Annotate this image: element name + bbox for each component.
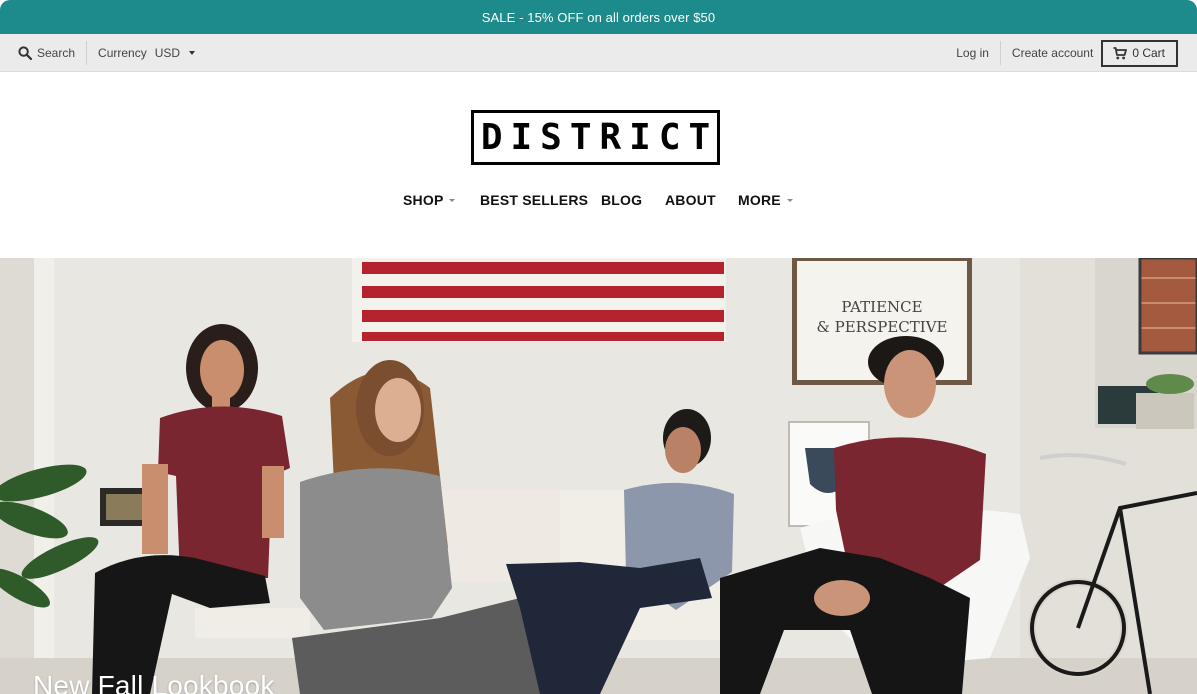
hero-image: PATIENCE & PERSPECTIVE <box>0 258 1197 694</box>
announcement-bar: SALE - 15% OFF on all orders over $50 <box>0 0 1197 34</box>
nav-item-shop[interactable]: SHOP <box>403 192 456 208</box>
nav-label: MORE <box>738 192 781 208</box>
nav-item-blog[interactable]: BLOG <box>601 192 642 208</box>
caret-down-icon <box>449 198 456 202</box>
caret-down-icon <box>189 51 196 55</box>
cart-label: 0 Cart <box>1132 46 1165 60</box>
nav-label: BEST SELLERS <box>480 192 589 208</box>
search-icon <box>18 46 32 60</box>
cart-button[interactable]: 0 Cart <box>1101 39 1178 67</box>
poster-text: & PERSPECTIVE <box>817 318 948 336</box>
nav-item-best-sellers[interactable]: BEST SELLERS <box>480 192 588 208</box>
nav-label: ABOUT <box>665 192 716 208</box>
nav-item-about[interactable]: ABOUT <box>665 192 716 208</box>
poster-text: PATIENCE <box>841 298 922 316</box>
nav-item-more[interactable]: MORE <box>738 192 793 208</box>
divider <box>86 41 88 65</box>
caret-down-icon <box>786 198 793 202</box>
utility-right: Log in Create account 0 Cart <box>956 34 1178 72</box>
currency-label: Currency <box>98 46 147 60</box>
login-link[interactable]: Log in <box>956 46 989 60</box>
nav-label: SHOP <box>403 192 444 208</box>
currency-value: USD <box>154 46 181 60</box>
site-header: DISTRICT SHOP BEST SELLERS BLOG ABOUT MO… <box>0 72 1197 258</box>
cart-icon <box>1113 46 1128 59</box>
district-logo[interactable]: DISTRICT <box>471 110 720 165</box>
currency-selector[interactable]: Currency USD <box>98 46 196 60</box>
nav-label: BLOG <box>601 192 643 208</box>
search-button[interactable]: Search <box>18 46 75 60</box>
divider <box>999 41 1001 65</box>
create-account-link[interactable]: Create account <box>1012 46 1093 60</box>
main-nav: SHOP BEST SELLERS BLOG ABOUT MORE <box>0 192 1197 212</box>
logo-text: DISTRICT <box>480 117 719 158</box>
utility-bar: Search Currency USD Log in Create accoun… <box>0 34 1197 72</box>
search-label: Search <box>37 46 76 60</box>
hero-title: New Fall Lookbook <box>33 670 275 694</box>
hero-banner[interactable]: PATIENCE & PERSPECTIVE New Fall Lookbook <box>0 258 1197 694</box>
flag <box>352 258 726 342</box>
announcement-text: SALE - 15% OFF on all orders over $50 <box>481 9 716 25</box>
utility-left: Search Currency USD <box>18 34 196 72</box>
